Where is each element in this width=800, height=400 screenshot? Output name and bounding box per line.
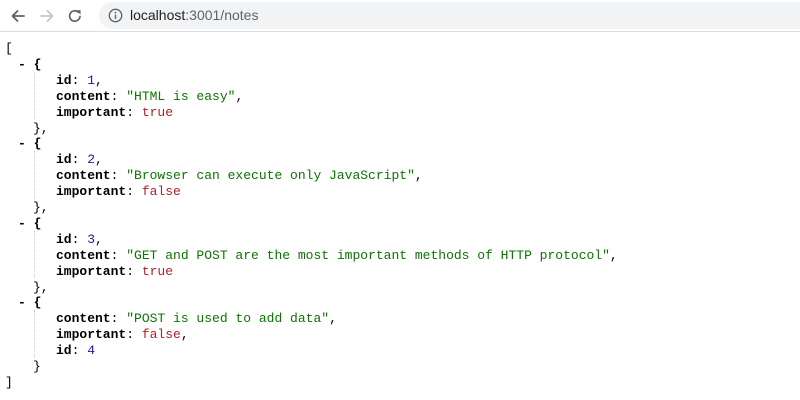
field-value: 4 — [87, 343, 96, 359]
object-open-line: - { — [18, 135, 41, 153]
collapse-toggle[interactable]: - { — [18, 57, 41, 72]
field-value: 2 — [87, 152, 96, 168]
field-key: id — [56, 72, 72, 88]
comma: , — [329, 311, 337, 327]
colon: : — [126, 327, 142, 343]
indent-guide — [34, 71, 35, 120]
field-value: true — [141, 263, 174, 279]
field-line: id: 4 — [56, 342, 95, 360]
field-value: "POST is used to add data" — [126, 311, 330, 327]
field-value: "Browser can execute only JavaScript" — [126, 168, 415, 184]
comma: , — [180, 327, 189, 343]
colon: : — [71, 72, 88, 88]
reload-icon — [68, 9, 81, 23]
comma: , — [235, 88, 244, 104]
colon: : — [110, 88, 127, 104]
info-icon[interactable] — [108, 8, 123, 23]
collapse-toggle[interactable]: - { — [18, 136, 41, 151]
field-key: id — [56, 343, 72, 359]
field-key: content — [56, 247, 111, 263]
field-value: 1 — [87, 72, 96, 88]
field-key: content — [56, 88, 111, 104]
indent-guide — [34, 310, 35, 358]
colon: : — [71, 343, 88, 359]
field-key: id — [56, 152, 72, 168]
comma: , — [95, 152, 103, 168]
colon: : — [71, 152, 88, 168]
field-key: important — [56, 104, 127, 120]
colon: : — [71, 231, 88, 247]
browser-toolbar: localhost:3001/notes — [0, 0, 800, 32]
url-text[interactable]: localhost:3001/notes — [130, 7, 258, 24]
field-key: important — [56, 263, 127, 279]
comma: , — [609, 247, 618, 263]
back-button[interactable] — [6, 4, 30, 28]
comma: , — [95, 72, 103, 88]
field-value: "HTML is easy" — [126, 88, 236, 104]
indent-guide — [34, 151, 35, 199]
url-path: :3001/notes — [185, 7, 259, 23]
field-value: false — [141, 327, 181, 343]
reload-button[interactable] — [63, 4, 87, 28]
colon: : — [110, 311, 127, 327]
field-key: important — [56, 327, 127, 343]
field-line: important: true — [56, 104, 173, 122]
field-key: content — [56, 168, 111, 184]
field-line: important: true — [56, 263, 173, 281]
object-open-line: - { — [18, 56, 41, 74]
field-key: content — [56, 311, 111, 327]
field-value: false — [141, 184, 181, 200]
address-bar[interactable]: localhost:3001/notes — [99, 2, 800, 29]
url-host: localhost — [130, 7, 186, 23]
collapse-toggle[interactable]: - { — [18, 216, 41, 231]
forward-button[interactable] — [35, 4, 59, 28]
colon: : — [110, 168, 127, 184]
object-close-line: } — [33, 359, 41, 374]
field-key: important — [56, 184, 127, 200]
colon: : — [110, 247, 127, 263]
field-value: 3 — [87, 231, 96, 247]
field-value: true — [141, 104, 174, 120]
object-open-line: - { — [18, 215, 41, 233]
comma: , — [95, 231, 103, 247]
indent-guide — [34, 230, 35, 279]
arrow-right-icon — [40, 10, 54, 22]
field-value: "GET and POST are the most important met… — [126, 247, 610, 263]
comma: , — [414, 168, 423, 184]
field-line: important: false — [56, 183, 181, 201]
field-key: id — [56, 231, 72, 247]
open-bracket: [ — [5, 41, 13, 56]
collapse-toggle[interactable]: - { — [18, 295, 41, 310]
arrow-left-icon — [11, 10, 25, 22]
close-bracket: ] — [5, 374, 13, 390]
colon: : — [126, 104, 142, 120]
colon: : — [126, 263, 142, 279]
colon: : — [126, 184, 142, 200]
json-viewer: [- {id: 1, content: "HTML is easy", import… — [0, 33, 800, 400]
object-open-line: - { — [18, 294, 41, 312]
